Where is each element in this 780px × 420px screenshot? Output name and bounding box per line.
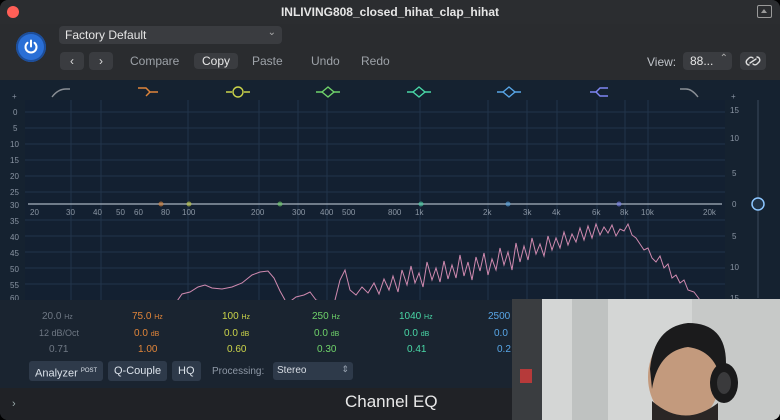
hq-button[interactable]: HQ bbox=[172, 361, 201, 381]
band-1-q[interactable]: 0.71 bbox=[49, 344, 68, 355]
band-4-gain[interactable]: 0.0 dB bbox=[314, 328, 339, 339]
band-4-q[interactable]: 0.30 bbox=[317, 344, 336, 355]
presenter-video-image bbox=[512, 299, 780, 420]
band-6-freq[interactable]: 2500 bbox=[488, 311, 510, 322]
band-6-gain[interactable]: 0.0 bbox=[494, 328, 508, 339]
freq-tick: 60 bbox=[134, 208, 143, 217]
band-5-gain-unit: dB bbox=[420, 331, 430, 338]
band-4-gain-unit: dB bbox=[330, 331, 340, 338]
band-3-q[interactable]: 0.60 bbox=[227, 344, 246, 355]
freq-tick: 20k bbox=[703, 208, 716, 217]
freq-tick: 1k bbox=[415, 208, 424, 217]
band-1-freq-value: 20.0 bbox=[42, 311, 62, 322]
band-1-slope[interactable]: 12 dB/Oct bbox=[39, 328, 79, 338]
freq-tick: 300 bbox=[292, 208, 306, 217]
band-1-freq[interactable]: 20.0 Hz bbox=[42, 311, 73, 322]
band-4-freq[interactable]: 250 Hz bbox=[312, 311, 340, 322]
processing-select[interactable]: Stereo ⇕ bbox=[273, 362, 353, 380]
band-2-freq[interactable]: 75.0 Hz bbox=[132, 311, 163, 322]
analyzer-post-label: POST bbox=[80, 368, 98, 374]
freq-tick: 2k bbox=[483, 208, 492, 217]
freq-tick: 200 bbox=[251, 208, 265, 217]
band-5-freq[interactable]: 1040 Hz bbox=[399, 311, 433, 322]
band-2-gain[interactable]: 0.0 dB bbox=[134, 328, 159, 339]
freq-tick: 8k bbox=[620, 208, 629, 217]
band-3-freq[interactable]: 100 Hz bbox=[222, 311, 250, 322]
freq-tick: 3k bbox=[523, 208, 532, 217]
plugin-footer bbox=[0, 388, 515, 420]
band-5-gain-value: 0.0 bbox=[404, 328, 418, 339]
band-4-freq-unit: Hz bbox=[331, 314, 341, 321]
freq-tick: 10k bbox=[641, 208, 654, 217]
analyzer-button[interactable]: Analyzer POST bbox=[29, 361, 104, 381]
output-gain-handle[interactable] bbox=[751, 197, 765, 211]
webcam-overlay bbox=[512, 299, 780, 420]
freq-tick: 100 bbox=[182, 208, 196, 217]
band-4-freq-value: 250 bbox=[312, 311, 329, 322]
plugin-window: INLIVING808_closed_hihat_clap_hihat Fact… bbox=[0, 0, 780, 420]
freq-tick: 400 bbox=[320, 208, 334, 217]
band-5-freq-value: 1040 bbox=[399, 311, 422, 322]
band-2-gain-value: 0.0 bbox=[134, 328, 148, 339]
band-5-freq-unit: Hz bbox=[424, 314, 433, 321]
disclosure-icon[interactable]: › bbox=[12, 398, 16, 410]
processing-label: Processing: bbox=[212, 366, 265, 377]
freq-tick: 800 bbox=[388, 208, 402, 217]
band-6-q[interactable]: 0.2 bbox=[497, 344, 511, 355]
band-2-freq-unit: Hz bbox=[154, 314, 163, 321]
freq-tick: 30 bbox=[66, 208, 75, 217]
freq-tick: 6k bbox=[592, 208, 601, 217]
band-4-gain-value: 0.0 bbox=[314, 328, 328, 339]
freq-tick: 40 bbox=[93, 208, 102, 217]
freq-tick: 20 bbox=[30, 208, 39, 217]
band-2-q[interactable]: 1.00 bbox=[138, 344, 157, 355]
stepper-icon: ⇕ bbox=[341, 364, 349, 374]
band-2-gain-unit: dB bbox=[150, 331, 160, 338]
band-5-q[interactable]: 0.41 bbox=[407, 344, 426, 355]
band-3-gain-unit: dB bbox=[240, 331, 250, 338]
plugin-name: Channel EQ bbox=[345, 392, 438, 411]
processing-value: Stereo bbox=[277, 365, 307, 376]
band-5-gain[interactable]: 0.0 dB bbox=[404, 328, 429, 339]
band-2-freq-value: 75.0 bbox=[132, 311, 152, 322]
freq-tick: 4k bbox=[552, 208, 561, 217]
band-3-gain-value: 0.0 bbox=[224, 328, 238, 339]
band-3-freq-unit: Hz bbox=[241, 314, 251, 321]
analyzer-label: Analyzer bbox=[35, 367, 78, 380]
band-3-freq-value: 100 bbox=[222, 311, 239, 322]
freq-tick: 80 bbox=[161, 208, 170, 217]
freq-tick: 50 bbox=[116, 208, 125, 217]
q-couple-button[interactable]: Q-Couple bbox=[108, 361, 168, 381]
band-1-freq-unit: Hz bbox=[64, 314, 73, 321]
freq-tick: 500 bbox=[342, 208, 356, 217]
band-3-gain[interactable]: 0.0 dB bbox=[224, 328, 249, 339]
